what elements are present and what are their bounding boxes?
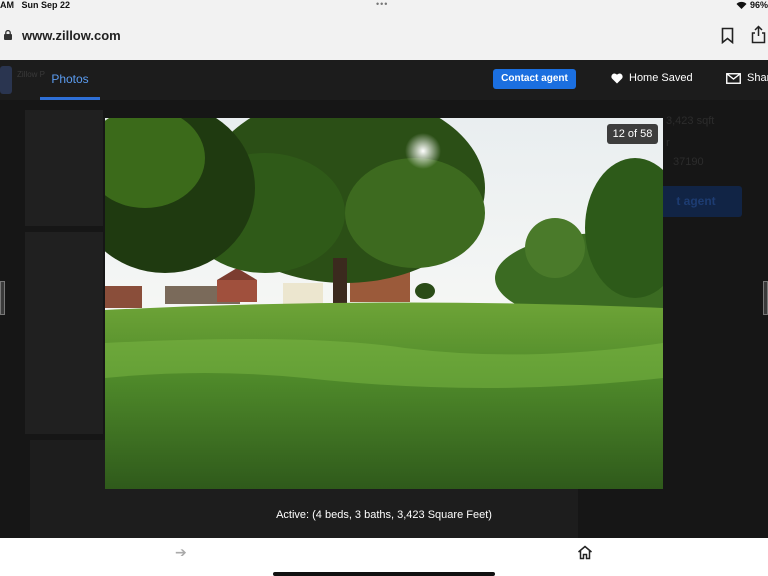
status-right: 96% (736, 0, 768, 10)
backyard-image (105, 118, 663, 489)
envelope-icon (726, 72, 741, 84)
tab-underline (40, 97, 100, 100)
background-text: r (666, 137, 670, 149)
previous-photo-button[interactable] (0, 281, 5, 315)
lock-icon (4, 30, 12, 40)
battery-percent: 96% (749, 0, 768, 10)
background-thumbnail (25, 232, 103, 434)
share-icon[interactable] (751, 25, 766, 44)
next-photo-button[interactable] (763, 281, 768, 315)
background-thumbnail (25, 110, 103, 226)
background-sqft: 3,423 sqft (666, 115, 715, 127)
url-text[interactable]: www.zillow.com (22, 28, 121, 43)
home-indicator[interactable] (273, 572, 495, 576)
background-contact-button: t agent (650, 186, 742, 217)
address-bar[interactable]: www.zillow.com (0, 14, 768, 60)
listing-photo[interactable]: 12 of 58 (105, 118, 663, 489)
background-zip: 37190 (673, 156, 704, 168)
share-listing-button[interactable]: Shar (726, 72, 768, 84)
share-label: Shar (747, 72, 768, 84)
bookmark-icon[interactable] (721, 27, 734, 44)
forward-arrow-icon[interactable]: ➔ (175, 544, 187, 561)
heart-icon (611, 73, 623, 83)
home-saved-button[interactable]: Home Saved (611, 72, 693, 84)
photo-caption: Active: (4 beds, 3 baths, 3,423 Square F… (276, 509, 492, 521)
status-bar: AM Sun Sep 22 ••• 96% (0, 0, 768, 14)
bottom-toolbar: ➔ (0, 538, 768, 576)
home-saved-label: Home Saved (629, 72, 693, 84)
top-navigation: Zillow P Photos Contact agent Home Saved… (0, 60, 768, 100)
contact-agent-button[interactable]: Contact agent (493, 69, 576, 89)
wifi-icon (736, 1, 747, 9)
home-icon[interactable] (577, 545, 593, 560)
tab-photos[interactable]: Photos (40, 60, 100, 100)
status-time: AM Sun Sep 22 (0, 0, 71, 10)
photo-counter: 12 of 58 (607, 124, 658, 144)
zillow-page: Zillow P Photos Contact agent Home Saved… (0, 60, 768, 538)
tab-photos-label: Photos (51, 72, 89, 86)
zillow-logo-icon[interactable] (0, 66, 12, 94)
multitask-dots-icon[interactable]: ••• (376, 0, 388, 9)
